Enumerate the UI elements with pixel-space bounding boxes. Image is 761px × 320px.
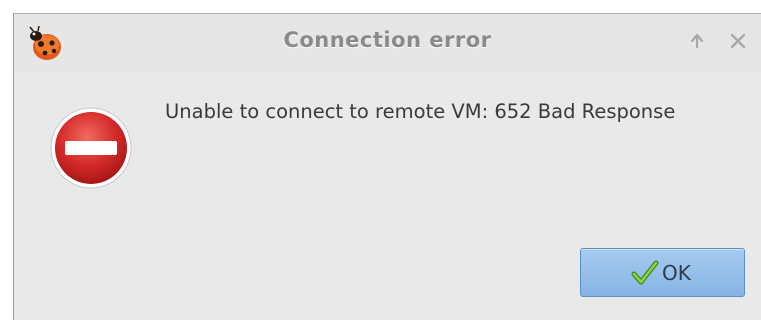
checkmark-icon — [631, 260, 659, 285]
arrow-up-icon[interactable] — [686, 30, 708, 52]
dialog-title: Connection error — [283, 28, 492, 52]
connection-error-dialog: Connection error Unable to connect to re… — [13, 13, 761, 320]
ok-button[interactable]: OK — [580, 248, 745, 297]
error-message: Unable to connect to remote VM: 652 Bad … — [165, 100, 676, 123]
ok-button-label: OK — [662, 261, 691, 285]
error-no-entry-icon — [50, 107, 132, 189]
close-icon[interactable] — [727, 30, 749, 52]
title-bar[interactable]: Connection error — [14, 14, 761, 72]
